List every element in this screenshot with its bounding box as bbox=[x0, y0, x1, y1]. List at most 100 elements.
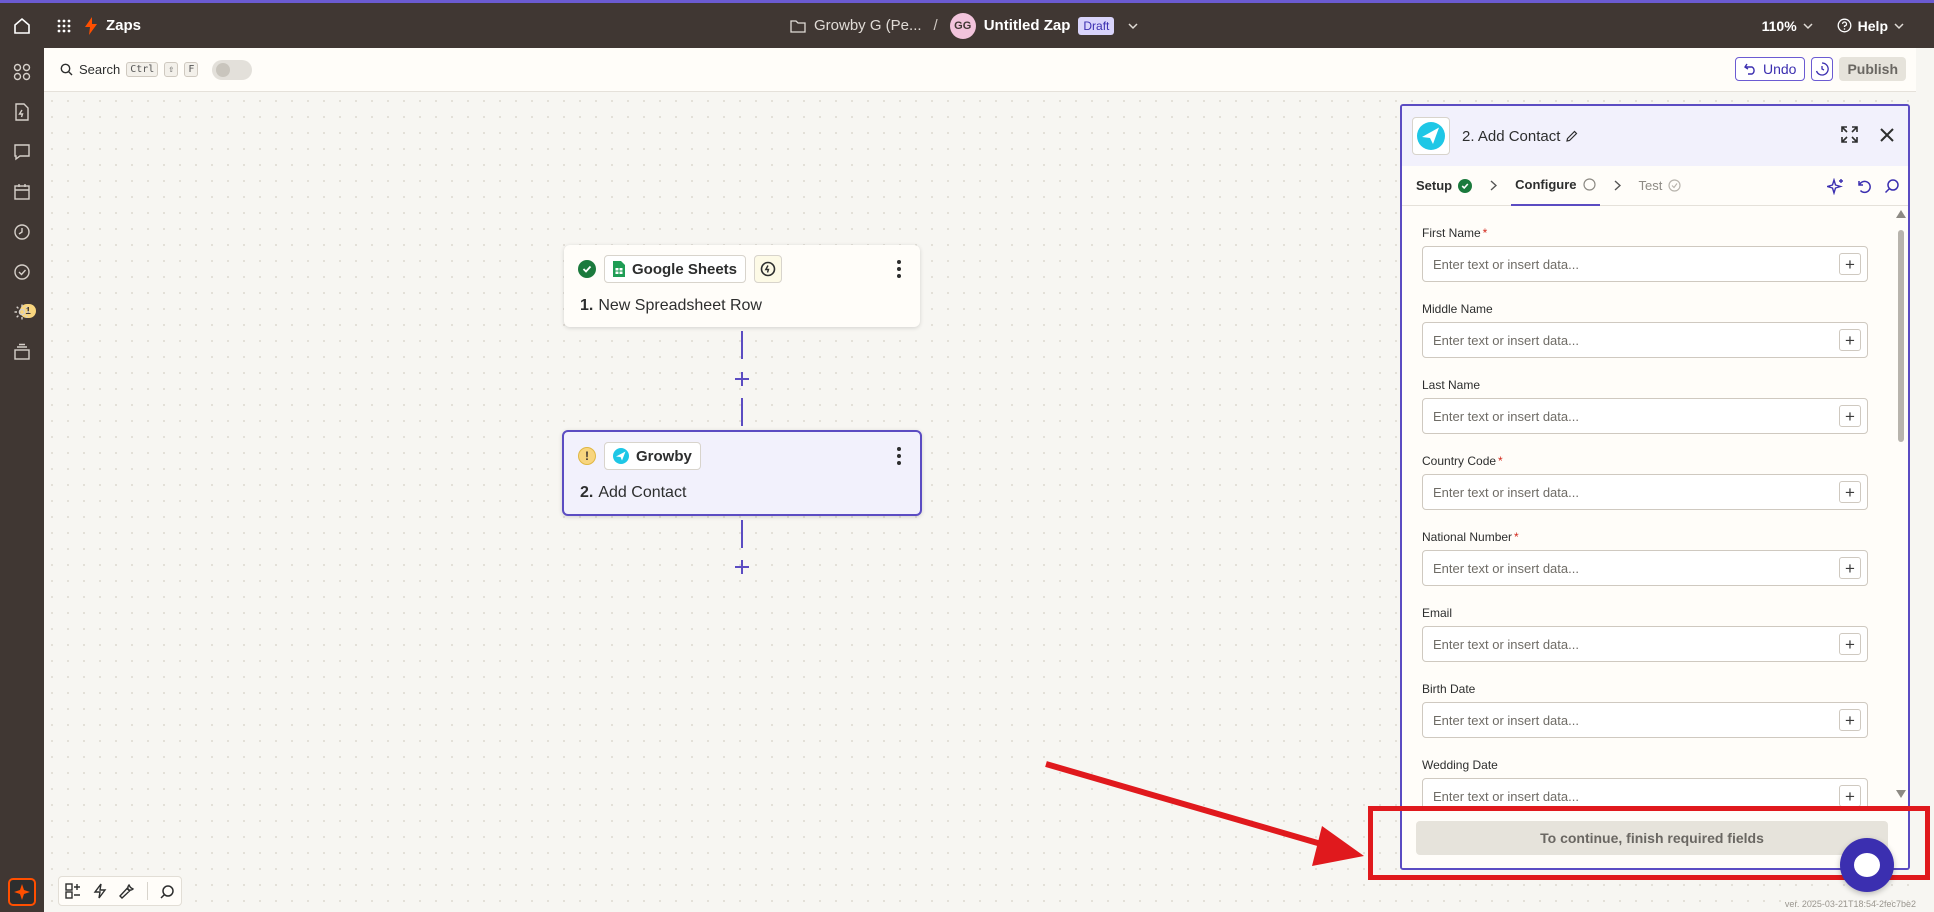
insert-data-button[interactable]: + bbox=[1839, 329, 1861, 351]
field-label: Email bbox=[1422, 606, 1898, 620]
chevron-right-icon bbox=[1614, 180, 1621, 191]
sidebar-item-more[interactable] bbox=[12, 342, 32, 362]
step-number: 1. bbox=[580, 297, 594, 314]
sidebar-item-zaps[interactable] bbox=[12, 102, 32, 122]
add-action-button[interactable] bbox=[754, 255, 783, 283]
file-bolt-icon bbox=[15, 103, 29, 121]
step-card-action[interactable]: ! Growby 2. Add Contact bbox=[562, 430, 922, 516]
search-icon[interactable] bbox=[160, 884, 175, 899]
field-birth-date: Birth Date + bbox=[1422, 682, 1898, 738]
panel-header-actions bbox=[1841, 126, 1894, 143]
wedding-date-input-wrapper: + bbox=[1422, 778, 1868, 807]
zaps-link[interactable]: Zaps bbox=[84, 16, 141, 35]
field-label-text: National Number bbox=[1422, 530, 1513, 544]
more-vertical-icon[interactable] bbox=[896, 446, 902, 466]
sidebar-item-interfaces[interactable] bbox=[12, 142, 32, 162]
field-email: Email + bbox=[1422, 606, 1898, 662]
copilot-button[interactable] bbox=[8, 878, 36, 906]
search-button[interactable]: Search Ctrl ⇧ F bbox=[60, 62, 199, 77]
sidebar-item-history[interactable] bbox=[12, 222, 32, 242]
undo-button[interactable]: Undo bbox=[1734, 57, 1806, 81]
email-input[interactable] bbox=[1433, 636, 1813, 652]
insert-data-button[interactable]: + bbox=[1839, 633, 1861, 655]
view-toggle[interactable] bbox=[212, 59, 253, 80]
search-icon[interactable] bbox=[1884, 178, 1900, 194]
insert-data-button[interactable]: + bbox=[1839, 405, 1861, 427]
field-label: Country Code * bbox=[1422, 454, 1898, 468]
sidebar-item-apps[interactable] bbox=[12, 62, 32, 82]
more-vertical-icon[interactable] bbox=[896, 259, 902, 279]
last-name-input-wrapper: + bbox=[1422, 398, 1868, 434]
sidebar-item-status[interactable] bbox=[12, 262, 32, 282]
sparkle-icon[interactable] bbox=[1827, 178, 1844, 195]
version-history-button[interactable] bbox=[1811, 57, 1834, 81]
chat-support-button[interactable] bbox=[1840, 838, 1894, 892]
apps-grid-button[interactable] bbox=[44, 19, 84, 33]
zoom-control[interactable]: 110% bbox=[1762, 18, 1813, 34]
form-scrollbar[interactable] bbox=[1896, 210, 1906, 798]
birth-date-input-wrapper: + bbox=[1422, 702, 1868, 738]
app-chip: Google Sheets bbox=[604, 255, 747, 283]
chat-icon bbox=[14, 144, 30, 161]
home-button[interactable] bbox=[0, 3, 44, 48]
growby-icon bbox=[1417, 122, 1445, 150]
shortcut-key-shift: ⇧ bbox=[164, 62, 179, 77]
tab-test[interactable]: Test bbox=[1635, 166, 1686, 206]
field-last-name: Last Name + bbox=[1422, 378, 1898, 434]
tab-configure[interactable]: Configure bbox=[1511, 166, 1600, 206]
sidebar-item-settings[interactable] bbox=[12, 302, 32, 322]
help-menu[interactable]: Help bbox=[1837, 18, 1904, 34]
clock-icon bbox=[14, 224, 30, 240]
close-icon[interactable] bbox=[1880, 127, 1894, 142]
required-marker: * bbox=[1482, 226, 1488, 240]
field-label-text: Email bbox=[1422, 606, 1453, 620]
insert-data-button[interactable]: + bbox=[1839, 481, 1861, 503]
wrench-icon[interactable] bbox=[119, 883, 135, 899]
connector-line bbox=[741, 398, 743, 426]
zap-name[interactable]: Untitled Zap bbox=[984, 17, 1071, 34]
publish-button[interactable]: Publish bbox=[1839, 57, 1906, 81]
tab-setup[interactable]: Setup bbox=[1412, 166, 1476, 206]
google-sheets-icon bbox=[613, 261, 625, 277]
pencil-icon[interactable] bbox=[1566, 130, 1578, 142]
birth-date-input[interactable] bbox=[1433, 712, 1813, 728]
country-code-input-wrapper: + bbox=[1422, 474, 1868, 510]
refresh-icon[interactable] bbox=[1856, 178, 1872, 194]
step-header: ! Growby bbox=[578, 442, 701, 470]
config-form: First Name* + Middle Name + Last Name + … bbox=[1402, 207, 1898, 807]
field-middle-name: Middle Name + bbox=[1422, 302, 1898, 358]
scroll-thumb[interactable] bbox=[1898, 230, 1904, 442]
middle-name-input[interactable] bbox=[1433, 332, 1813, 348]
field-label: Last Name bbox=[1422, 378, 1898, 392]
growby-logo bbox=[1412, 117, 1450, 155]
bolt-icon[interactable] bbox=[93, 883, 107, 899]
step-card-trigger[interactable]: Google Sheets 1. New Spreadsheet Row bbox=[564, 245, 920, 327]
wedding-date-input[interactable] bbox=[1433, 788, 1813, 804]
plus-circle-icon bbox=[760, 261, 776, 277]
field-first-name: First Name* + bbox=[1422, 226, 1898, 282]
insert-data-button[interactable]: + bbox=[1839, 253, 1861, 275]
step-title-text: New Spreadsheet Row bbox=[598, 297, 762, 314]
scroll-up-arrow[interactable] bbox=[1896, 210, 1906, 218]
add-step-button[interactable] bbox=[731, 556, 753, 578]
sidebar-item-tables[interactable] bbox=[12, 182, 32, 202]
field-label: Middle Name bbox=[1422, 302, 1898, 316]
chevron-down-icon[interactable] bbox=[1128, 22, 1138, 30]
field-label: Birth Date bbox=[1422, 682, 1898, 696]
add-step-button[interactable] bbox=[731, 368, 753, 390]
first-name-input[interactable] bbox=[1433, 256, 1813, 272]
insert-data-button[interactable]: + bbox=[1839, 557, 1861, 579]
layout-icon[interactable] bbox=[65, 883, 81, 899]
country-code-input[interactable] bbox=[1433, 484, 1813, 500]
national-number-input[interactable] bbox=[1433, 560, 1813, 576]
insert-data-button[interactable]: + bbox=[1839, 785, 1861, 807]
national-number-input-wrapper: + bbox=[1422, 550, 1868, 586]
avatar[interactable]: GG bbox=[949, 12, 976, 39]
folder-name[interactable]: Growby G (Pe... bbox=[814, 17, 922, 34]
panel-title[interactable]: 2. Add Contact bbox=[1462, 128, 1578, 145]
expand-icon[interactable] bbox=[1841, 126, 1858, 143]
insert-data-button[interactable]: + bbox=[1839, 709, 1861, 731]
last-name-input[interactable] bbox=[1433, 408, 1813, 424]
canvas-tools bbox=[58, 876, 182, 906]
scroll-down-arrow[interactable] bbox=[1896, 790, 1906, 798]
